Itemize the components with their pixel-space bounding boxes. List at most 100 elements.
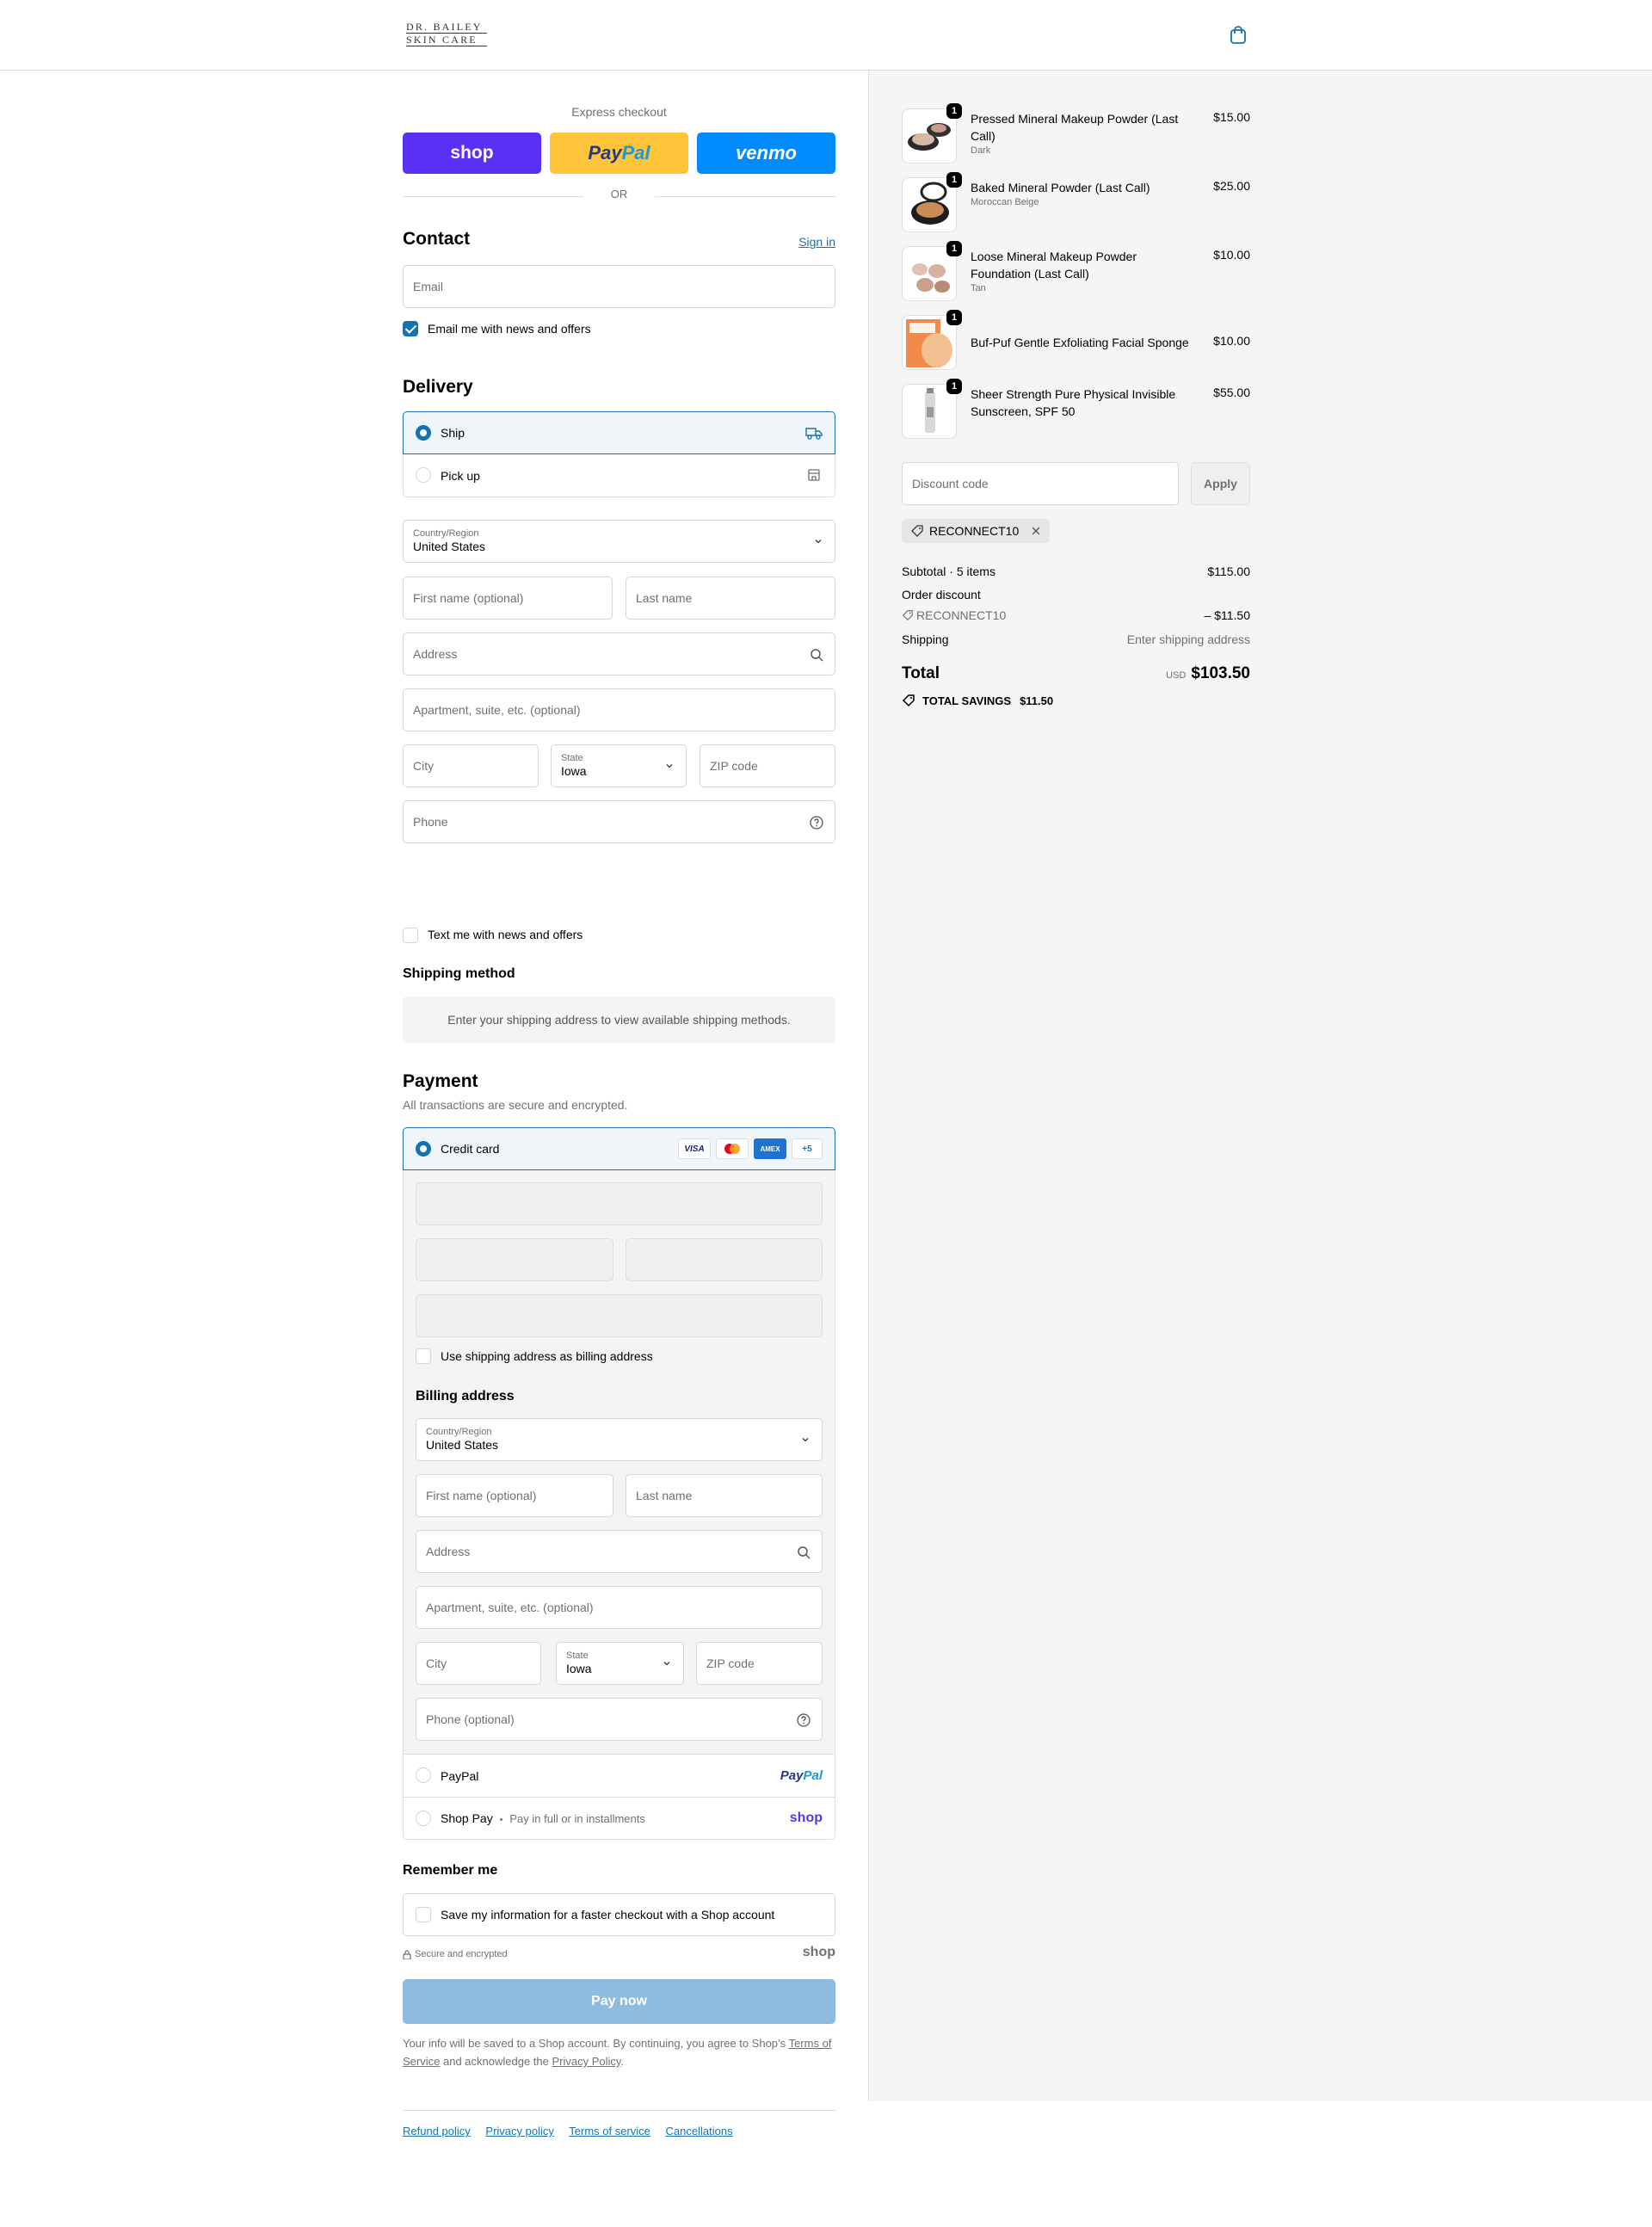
- billing-address-title: Billing address: [416, 1389, 515, 1403]
- legal-line: Your info will be saved to a Shop accoun…: [403, 2037, 786, 2050]
- phone-field[interactable]: Phone: [403, 800, 835, 843]
- tag-icon: [902, 694, 915, 707]
- sign-in-link[interactable]: Sign in: [798, 235, 835, 249]
- help-circle-icon[interactable]: [796, 1712, 811, 1728]
- ship-option[interactable]: Ship: [403, 411, 835, 454]
- text-news-checkbox[interactable]: [403, 928, 418, 943]
- shopping-bag-icon[interactable]: [1229, 26, 1248, 45]
- contact-title: Contact: [403, 229, 471, 249]
- paypal-logo: PayPal: [780, 1768, 823, 1783]
- total-row: Total USD $103.50: [902, 664, 1250, 688]
- savings-label: TOTAL SAVINGS: [922, 694, 1012, 707]
- shop-pay-radio[interactable]: [416, 1811, 431, 1826]
- billing-zip-field[interactable]: ZIP code: [696, 1642, 823, 1685]
- email-news-checkbox[interactable]: [403, 321, 418, 336]
- mastercard-icon: [716, 1138, 749, 1159]
- item-name: Baked Mineral Powder (Last Call): [971, 181, 1150, 194]
- pay-now-button[interactable]: Pay now: [403, 1979, 835, 2024]
- country-value: United States: [413, 540, 486, 553]
- item-price: $10.00: [1213, 334, 1250, 348]
- first-name-field[interactable]: First name (optional): [403, 577, 613, 620]
- credit-card-option[interactable]: Credit card VISA AMEX +5: [403, 1127, 835, 1170]
- item-details: Pressed Mineral Makeup Powder (Last Call…: [971, 110, 1194, 157]
- subtotal-row: Subtotal · 5 items $115.00: [902, 564, 1250, 578]
- billing-country-select[interactable]: Country/Region United States: [416, 1418, 823, 1461]
- pickup-option[interactable]: Pick up: [403, 454, 835, 497]
- zip-field[interactable]: ZIP code: [700, 744, 835, 787]
- legal-end: .: [620, 2055, 625, 2068]
- billing-last-name-placeholder: Last name: [636, 1489, 693, 1502]
- billing-last-name-field[interactable]: Last name: [626, 1474, 823, 1517]
- billing-first-name-field[interactable]: First name (optional): [416, 1474, 613, 1517]
- shop-pay-option[interactable]: Shop Pay • Pay in full or in installment…: [403, 1797, 835, 1840]
- shop-pay-sub: Pay in full or in installments: [509, 1812, 645, 1825]
- item-name: Buf-Puf Gentle Exfoliating Facial Sponge: [971, 336, 1189, 349]
- apartment-field[interactable]: Apartment, suite, etc. (optional): [403, 688, 835, 731]
- paypal-label: PayPal: [441, 1768, 479, 1783]
- cancellations-link[interactable]: Cancellations: [666, 2125, 733, 2138]
- privacy-policy-link[interactable]: Privacy policy: [485, 2125, 553, 2138]
- payment-subtitle: All transactions are secure and encrypte…: [403, 1098, 628, 1112]
- billing-apartment-field[interactable]: Apartment, suite, etc. (optional): [416, 1586, 823, 1629]
- last-name-field[interactable]: Last name: [626, 577, 835, 620]
- line-item: 1 Loose Mineral Makeup Powder Foundation…: [902, 241, 1250, 306]
- last-name-placeholder: Last name: [636, 591, 693, 605]
- security-code-field[interactable]: [626, 1238, 823, 1281]
- pickup-radio[interactable]: [416, 467, 431, 483]
- remove-discount-icon[interactable]: [1031, 526, 1041, 536]
- secure-note: Secure and encrypted: [403, 1949, 508, 1959]
- quantity-badge: 1: [946, 103, 962, 119]
- paypal-button[interactable]: Pay Pal: [550, 133, 688, 174]
- apply-discount-button[interactable]: Apply: [1191, 462, 1250, 505]
- venmo-button[interactable]: venmo: [697, 133, 835, 174]
- expiration-field[interactable]: [416, 1238, 613, 1281]
- store-logo[interactable]: DR. BAILEY SKIN CARE: [406, 21, 487, 46]
- tag-icon: [902, 610, 913, 621]
- card-number-field[interactable]: [416, 1182, 823, 1225]
- paypal-pay-text: Pay: [780, 1768, 804, 1783]
- paypal-radio[interactable]: [416, 1767, 431, 1783]
- quantity-badge: 1: [946, 379, 962, 394]
- credit-card-radio[interactable]: [416, 1141, 431, 1157]
- country-select[interactable]: Country/Region United States: [403, 520, 835, 563]
- discount-code-field[interactable]: Discount code: [902, 462, 1179, 505]
- billing-city-field[interactable]: City: [416, 1642, 541, 1685]
- visa-icon: VISA: [678, 1138, 711, 1159]
- billing-state-select[interactable]: State Iowa: [556, 1642, 684, 1685]
- use-shipping-checkbox[interactable]: [416, 1348, 431, 1364]
- credit-card-panel: Use shipping address as billing address …: [403, 1170, 835, 1754]
- shop-pay-button[interactable]: shop: [403, 133, 541, 174]
- text-news-label: Text me with news and offers: [428, 928, 583, 941]
- ship-radio[interactable]: [416, 425, 431, 441]
- billing-phone-field[interactable]: Phone (optional): [416, 1698, 823, 1741]
- help-circle-icon[interactable]: [809, 815, 824, 830]
- item-variant: Tan: [971, 283, 986, 293]
- paypal-pal-text: Pal: [803, 1768, 823, 1783]
- state-select[interactable]: State Iowa: [551, 744, 687, 787]
- paypal-option[interactable]: PayPal PayPal: [403, 1754, 835, 1797]
- city-field[interactable]: City: [403, 744, 539, 787]
- shop-logo: shop: [450, 143, 494, 163]
- billing-address-field[interactable]: Address: [416, 1530, 823, 1573]
- email-field[interactable]: Email: [403, 265, 835, 308]
- save-info-checkbox[interactable]: [416, 1907, 431, 1922]
- address-field[interactable]: Address: [403, 632, 835, 676]
- store-icon: [808, 469, 820, 481]
- state-value: Iowa: [561, 764, 587, 778]
- name-on-card-field[interactable]: [416, 1294, 823, 1337]
- paypal-logo-pal: Pal: [621, 142, 650, 163]
- visa-text: VISA: [684, 1144, 705, 1154]
- shop-privacy-link[interactable]: Privacy Policy: [552, 2055, 620, 2068]
- item-name: Sheer Strength Pure Physical Invisible S…: [971, 387, 1176, 418]
- item-name: Pressed Mineral Makeup Powder (Last Call…: [971, 112, 1179, 143]
- legal-middle: and acknowledge the: [442, 2055, 549, 2068]
- terms-of-service-link[interactable]: Terms of service: [569, 2125, 650, 2138]
- paypal-logo-pay: Pay: [588, 142, 622, 163]
- total-value-group: USD $103.50: [1166, 664, 1250, 683]
- item-price: $15.00: [1213, 110, 1250, 124]
- shipping-row: Shipping Enter shipping address: [902, 632, 1250, 646]
- save-info-box[interactable]: Save my information for a faster checkou…: [403, 1893, 835, 1936]
- savings-value: $11.50: [1020, 694, 1054, 707]
- total-value: $103.50: [1191, 664, 1250, 682]
- refund-policy-link[interactable]: Refund policy: [403, 2125, 471, 2138]
